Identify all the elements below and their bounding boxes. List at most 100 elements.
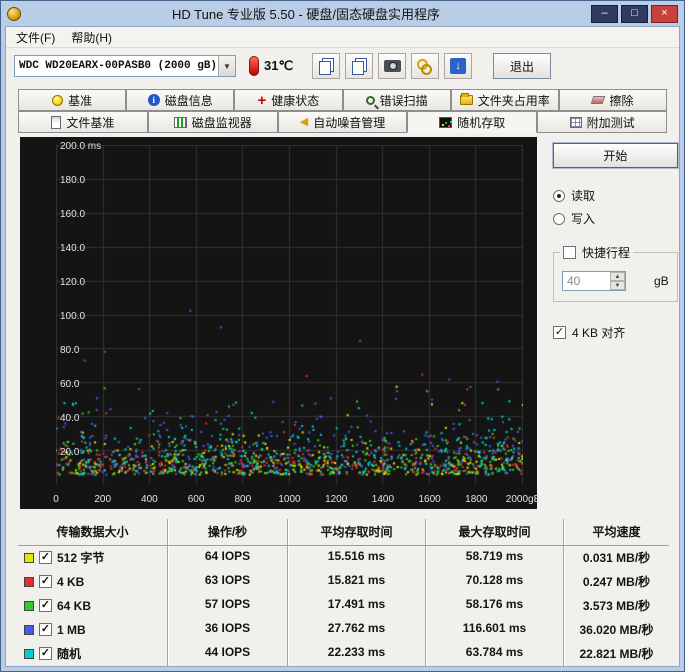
tab-label: 健康状态: [271, 93, 320, 108]
tab-folder-usage[interactable]: 文件夹占用率: [450, 89, 559, 111]
tab-extra-tests[interactable]: 附加测试: [537, 111, 667, 133]
tab-file-benchmark[interactable]: 文件基准: [18, 111, 148, 133]
y-tick-label: 160.0: [60, 209, 86, 220]
read-radio[interactable]: 读取: [553, 187, 678, 204]
max-access-value: 63.784 ms: [426, 642, 564, 666]
y-tick-label: 20.0: [60, 447, 80, 458]
tab-erase[interactable]: 擦除: [558, 89, 668, 111]
y-tick-label: 120.0: [60, 277, 86, 288]
iops-value: 57 IOPS: [168, 594, 288, 618]
app-window: HD Tune 专业版 5.50 - 硬盘/固态硬盘实用程序 – □ × 文件(…: [0, 0, 685, 672]
avg-access-value: 17.491 ms: [288, 594, 426, 618]
tab-random-access[interactable]: 随机存取: [407, 111, 538, 133]
tab-disk-info[interactable]: i 磁盘信息: [126, 89, 235, 111]
table-row: ✓ 64 KB 57 IOPS 17.491 ms 58.176 ms 3.57…: [18, 594, 669, 618]
tab-row-1: 基准 i 磁盘信息 + 健康状态 错误扫描 文件夹占用率 擦除: [18, 89, 668, 111]
tab-aam[interactable]: ◀ 自动噪音管理: [277, 111, 408, 133]
test-controls: 开始 读取 写入 快捷行程 40 ▲ ▼ gB ✓ 4 KB 对齐: [537, 137, 679, 511]
window-title: HD Tune 专业版 5.50 - 硬盘/固态硬盘实用程序: [172, 7, 440, 22]
tab-label: 错误扫描: [379, 93, 428, 108]
close-button[interactable]: ×: [651, 4, 678, 23]
drive-select-value: WDC WD20EARX-00PASB0 (2000 gB): [19, 60, 218, 72]
column-header: 传输数据大小: [18, 519, 168, 546]
series-color-swatch: [24, 648, 34, 659]
chevron-down-icon[interactable]: ▼: [218, 56, 235, 76]
access-time-scatter-chart: 200.0 ms 180.0 160.0 140.0 120.0 100.0 80.0 60.…: [20, 137, 541, 509]
x-tick-label: 200: [94, 494, 112, 505]
iops-value: 44 IOPS: [168, 642, 288, 666]
drive-select[interactable]: WDC WD20EARX-00PASB0 (2000 gB) ▼: [14, 55, 236, 77]
copy-image-button[interactable]: [345, 53, 374, 79]
x-tick-label: 400: [141, 494, 158, 505]
titlebar[interactable]: HD Tune 专业版 5.50 - 硬盘/固态硬盘实用程序 – □ ×: [5, 1, 680, 26]
magnifier-icon: [365, 95, 375, 105]
start-button[interactable]: 开始: [553, 143, 678, 168]
window-body: 文件(F) 帮助(H) WDC WD20EARX-00PASB0 (2000 g…: [5, 26, 680, 667]
short-stroke-label: 快捷行程: [582, 246, 631, 260]
write-radio[interactable]: 写入: [553, 210, 678, 227]
max-access-value: 70.128 ms: [426, 570, 564, 594]
series-checkbox[interactable]: ✓: [39, 599, 52, 612]
keys-icon: [417, 58, 433, 75]
x-tick-label: 1600: [418, 494, 441, 505]
tab-label: 随机存取: [457, 115, 506, 130]
tab-health[interactable]: + 健康状态: [234, 89, 343, 111]
iops-value: 64 IOPS: [168, 546, 288, 570]
spin-up-icon[interactable]: ▲: [610, 272, 625, 281]
avg-speed-value: 0.247 MB/秒: [582, 575, 651, 589]
short-stroke-size-row: 40 ▲ ▼ gB: [562, 271, 669, 291]
short-stroke-checkbox[interactable]: 快捷行程: [563, 244, 630, 261]
spin-down-icon[interactable]: ▼: [610, 281, 625, 290]
options-button[interactable]: [411, 53, 440, 79]
read-label: 读取: [571, 189, 596, 203]
radio-icon: [553, 212, 565, 225]
tab-row-2: 文件基准 磁盘监视器 ◀ 自动噪音管理 随机存取 附加测试: [18, 111, 667, 133]
copy-text-button[interactable]: [312, 53, 341, 79]
y-tick-label: 180.0: [60, 175, 86, 186]
series-color-swatch: [24, 600, 34, 611]
checkbox-unchecked-icon: [563, 246, 576, 259]
menu-file[interactable]: 文件(F): [8, 27, 63, 48]
tab-label: 擦除: [609, 93, 634, 108]
copy-image-icon: [351, 60, 364, 75]
x-tick-label: 2000gB: [505, 494, 541, 505]
x-tick-label: 1000: [278, 494, 301, 505]
minimize-button[interactable]: –: [591, 4, 618, 23]
series-checkbox[interactable]: ✓: [39, 551, 52, 564]
short-stroke-size-input[interactable]: 40 ▲ ▼: [562, 271, 626, 291]
tab-label: 磁盘监视器: [191, 115, 252, 130]
speaker-icon: ◀: [299, 115, 309, 128]
y-tick-label: 140.0: [60, 243, 86, 254]
tab-benchmark[interactable]: 基准: [18, 89, 127, 111]
tab-label: 自动噪音管理: [313, 115, 386, 130]
align-4kb-checkbox[interactable]: ✓ 4 KB 对齐: [553, 324, 678, 341]
maximize-button[interactable]: □: [621, 4, 648, 23]
unit-label: gB: [654, 274, 669, 288]
disk-monitor-icon: [173, 116, 187, 128]
exit-button[interactable]: 退出: [493, 53, 552, 79]
series-checkbox[interactable]: ✓: [39, 647, 52, 660]
update-button[interactable]: ↓: [444, 53, 473, 79]
app-icon: [7, 6, 21, 21]
screenshot-button[interactable]: [378, 53, 407, 79]
table-header-row: 传输数据大小 操作/秒 平均存取时间 最大存取时间 平均速度: [18, 519, 669, 546]
tab-disk-monitor[interactable]: 磁盘监视器: [147, 111, 278, 133]
tab-strip: 基准 i 磁盘信息 + 健康状态 错误扫描 文件夹占用率 擦除 文件基准 磁盘监…: [6, 84, 679, 133]
menu-help[interactable]: 帮助(H): [63, 27, 120, 48]
series-checkbox[interactable]: ✓: [39, 623, 52, 636]
avg-access-value: 15.821 ms: [288, 570, 426, 594]
camera-icon: [383, 60, 401, 72]
y-tick-label: 100.0: [60, 311, 86, 322]
series-label: 512 字节: [57, 551, 105, 565]
y-tick-label: 40.0: [60, 413, 80, 424]
avg-speed-value: 22.821 MB/秒: [579, 647, 654, 661]
spinner: ▲ ▼: [610, 272, 625, 290]
series-checkbox[interactable]: ✓: [39, 575, 52, 588]
x-tick-label: 0: [53, 494, 59, 505]
tab-error-scan[interactable]: 错误扫描: [342, 89, 451, 111]
avg-speed-value: 3.573 MB/秒: [582, 599, 651, 613]
temperature-value: 31℃: [264, 58, 294, 73]
iops-value: 63 IOPS: [168, 570, 288, 594]
x-tick-label: 1800: [465, 494, 488, 505]
max-access-value: 116.601 ms: [426, 618, 564, 642]
